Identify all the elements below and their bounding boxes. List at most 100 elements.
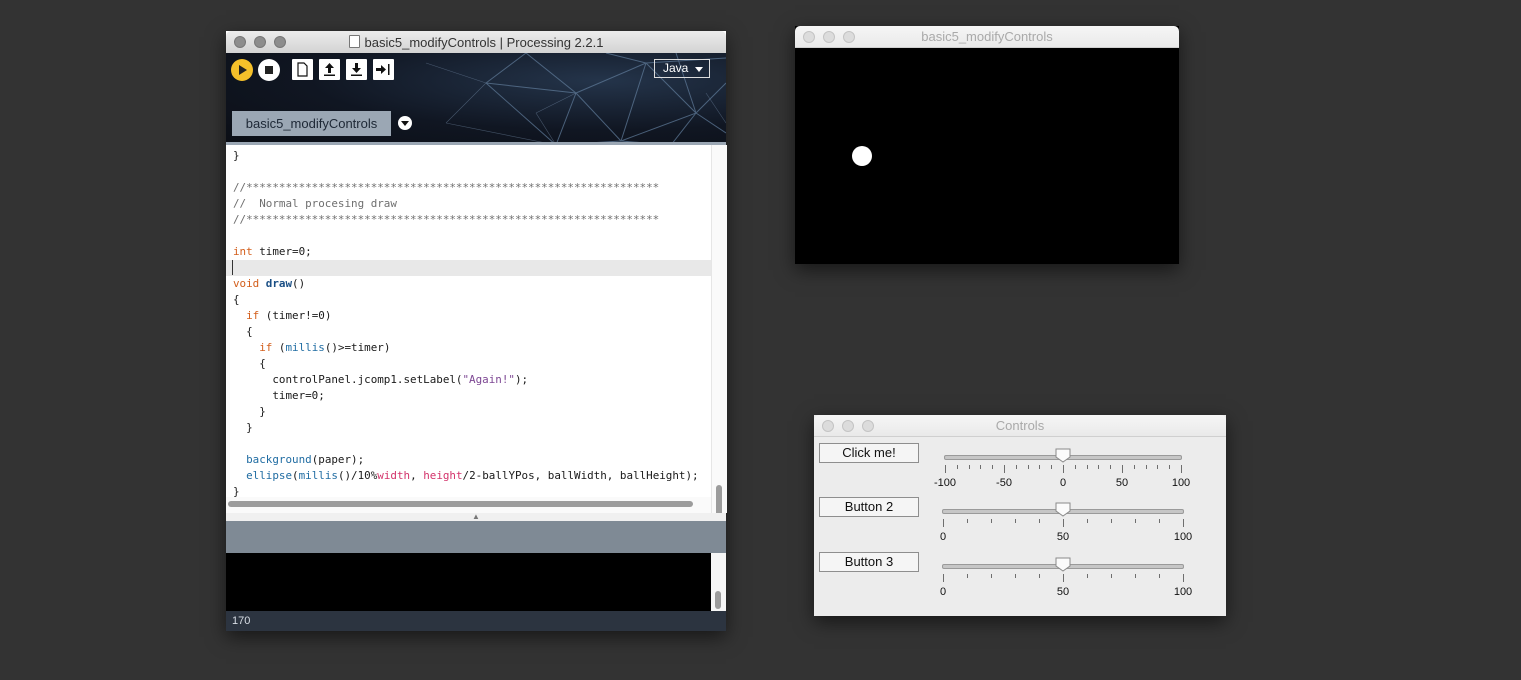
stop-button[interactable] <box>258 59 280 81</box>
slider-tick-label: 100 <box>1173 586 1193 598</box>
open-arrow-up-icon <box>324 63 335 76</box>
run-button[interactable] <box>231 59 253 81</box>
tab-label: basic5_modifyControls <box>245 116 378 131</box>
code-line: //**************************************… <box>233 212 659 228</box>
code-token: timer=0; <box>233 389 325 402</box>
new-sketch-button[interactable] <box>292 59 313 80</box>
code-line: timer=0; <box>233 388 325 404</box>
major-tick <box>1063 574 1064 582</box>
minor-tick <box>1039 519 1040 523</box>
slider-tick-label: 50 <box>1056 586 1070 598</box>
code-token: } <box>233 405 266 418</box>
code-token: timer=0; <box>252 245 312 258</box>
major-tick <box>1183 574 1184 582</box>
major-tick <box>943 574 944 582</box>
slider-tick-label: 0 <box>939 531 947 543</box>
major-tick <box>1181 465 1182 473</box>
major-tick <box>1183 519 1184 527</box>
code-token: int <box>233 245 253 258</box>
code-token: ()/10% <box>337 469 378 482</box>
minor-tick <box>967 519 968 523</box>
mode-selector[interactable]: Java <box>654 59 710 78</box>
code-line: void draw() <box>233 276 305 292</box>
slider-thumb[interactable] <box>1055 557 1071 572</box>
minor-tick <box>992 465 994 469</box>
slider-tick-label: 0 <box>1059 477 1067 489</box>
minor-tick <box>967 574 968 578</box>
control-slider-3[interactable]: 0 50 100 <box>940 557 1192 601</box>
message-area <box>226 521 726 553</box>
code-token: controlPanel.jcomp1.setLabel( <box>233 373 463 386</box>
code-token: (timer!=0) <box>259 309 332 322</box>
tab-sketch[interactable]: basic5_modifyControls <box>232 111 391 136</box>
minor-tick <box>1098 465 1100 469</box>
line-number: 170 <box>232 615 251 627</box>
slider-thumb[interactable] <box>1055 448 1071 463</box>
minor-tick <box>1027 465 1029 469</box>
slider-thumb[interactable] <box>1055 502 1071 517</box>
window-title-text: basic5_modifyControls | Processing 2.2.1 <box>364 35 604 50</box>
minor-tick <box>1087 519 1088 523</box>
editor-vertical-scrollbar[interactable] <box>711 145 727 529</box>
code-token: { <box>233 357 266 370</box>
export-arrow-icon <box>376 64 390 75</box>
export-button[interactable] <box>373 59 394 80</box>
code-line: if (millis()>=timer) <box>233 340 390 356</box>
code-token: draw <box>265 277 293 290</box>
control-slider-2[interactable]: 0 50 100 <box>939 502 1192 546</box>
code-token: } <box>233 421 253 434</box>
open-button[interactable] <box>319 59 340 80</box>
console-scroll-thumb[interactable] <box>715 591 721 609</box>
code-token: , <box>410 469 424 482</box>
control-button-1[interactable]: Click me! <box>819 443 919 463</box>
console-splitter[interactable]: ▲ <box>226 513 726 521</box>
minor-tick <box>1086 465 1088 469</box>
code-token: () <box>292 277 306 290</box>
slider-tick-label: 50 <box>1115 477 1129 489</box>
minor-tick <box>1159 574 1160 578</box>
sketch-title-bar[interactable]: basic5_modifyControls <box>795 26 1179 48</box>
major-tick <box>1063 465 1064 473</box>
major-tick <box>943 519 944 527</box>
save-button[interactable] <box>346 59 367 80</box>
slider-tick-label: 100 <box>1173 531 1193 543</box>
window-title: basic5_modifyControls | Processing 2.2.1 <box>226 35 726 50</box>
code-token: ellipse <box>246 469 293 482</box>
console-scrollbar[interactable] <box>711 553 726 611</box>
text-cursor <box>232 260 233 275</box>
editor-horizontal-scroll-thumb[interactable] <box>228 501 693 507</box>
code-line: controlPanel.jcomp1.setLabel("Again!"); <box>233 372 528 388</box>
sketch-window: basic5_modifyControls <box>795 26 1179 264</box>
code-token: { <box>233 293 240 306</box>
save-arrow-down-icon <box>351 63 362 76</box>
slider-tick-label: -100 <box>933 477 957 489</box>
minor-tick <box>1074 465 1076 469</box>
major-tick <box>945 465 946 473</box>
minor-tick <box>1015 574 1016 578</box>
code-line: { <box>233 292 240 308</box>
code-token: // Normal procesing draw <box>233 197 397 210</box>
minor-tick <box>980 465 982 469</box>
code-token: "Again!" <box>462 373 515 386</box>
control-button-3[interactable]: Button 3 <box>819 552 919 572</box>
minor-tick <box>956 465 958 469</box>
controls-title-bar[interactable]: Controls <box>814 415 1226 437</box>
window-title: Controls <box>995 418 1045 433</box>
minor-tick <box>1159 519 1160 523</box>
code-line: background(paper); <box>233 452 364 468</box>
code-token: //**************************************… <box>233 213 660 226</box>
code-line: if (timer!=0) <box>233 308 331 324</box>
editor-horizontal-scrollbar[interactable] <box>226 497 711 513</box>
ide-title-bar[interactable]: basic5_modifyControls | Processing 2.2.1 <box>226 31 726 54</box>
minor-tick <box>1133 465 1135 469</box>
code-token: } <box>233 149 240 162</box>
tab-menu-button[interactable] <box>398 116 412 130</box>
console-output[interactable] <box>226 553 726 611</box>
current-line-highlight <box>226 260 711 276</box>
control-slider-1[interactable]: -100 -50 0 50 100 <box>934 448 1190 492</box>
control-button-2[interactable]: Button 2 <box>819 497 919 517</box>
code-editor[interactable]: } //*************************************… <box>226 145 711 513</box>
